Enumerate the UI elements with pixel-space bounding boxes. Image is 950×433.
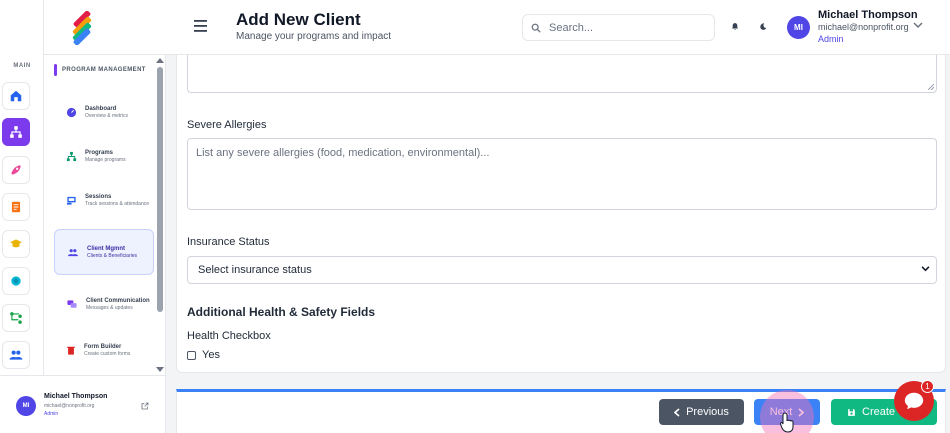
graduation-icon — [10, 239, 22, 248]
form-card: Severe Allergies Insurance Status Select… — [176, 55, 946, 373]
chevron-down-icon — [921, 266, 930, 272]
menu-icon[interactable] — [194, 20, 207, 32]
sitemap-icon — [66, 151, 77, 161]
sidebar-item-dashboard[interactable]: Dashboard Overview & metrics — [54, 89, 154, 135]
scroll-up-icon[interactable] — [156, 57, 164, 63]
document-icon — [11, 201, 21, 213]
rail-globe-button[interactable] — [2, 267, 30, 295]
rail-flow-button[interactable] — [2, 304, 30, 332]
chat-icon — [67, 299, 77, 308]
globe-icon — [11, 276, 21, 286]
sidebar-item-subtitle: Track sessions & attendance — [85, 200, 150, 207]
sidebar-item-form-builder[interactable]: Form Builder Create custom forms — [54, 327, 154, 373]
health-checkbox[interactable] — [187, 350, 196, 360]
app-logo[interactable] — [0, 0, 166, 55]
sidebar-menu: PROGRAM MANAGEMENT Dashboard Overview & m… — [44, 55, 166, 375]
users-icon — [9, 350, 23, 360]
previous-button[interactable]: Previous — [659, 399, 744, 425]
programs-icon — [10, 126, 22, 138]
sidebar-item-programs[interactable]: Programs Manage programs — [54, 133, 154, 179]
menu-title-text: PROGRAM MANAGEMENT — [62, 67, 146, 73]
avatar[interactable]: MI — [16, 396, 36, 416]
health-checkbox-row[interactable]: Yes — [187, 349, 220, 361]
allergies-label: Severe Allergies — [187, 119, 267, 131]
scroll-down-icon[interactable] — [156, 367, 164, 373]
home-icon — [10, 90, 22, 102]
sidebar-scroll-thumb[interactable] — [157, 67, 163, 312]
health-checkbox-option: Yes — [202, 349, 220, 361]
sidebar-item-subtitle: Messages & updates — [86, 304, 133, 311]
search-box[interactable] — [522, 14, 715, 41]
rail-section-label: MAIN — [13, 63, 31, 69]
rail-programs-button[interactable] — [2, 118, 30, 146]
chat-bubble-icon — [904, 392, 924, 410]
menu-section-title: PROGRAM MANAGEMENT — [54, 64, 146, 76]
sidebar-user-email: michael@nonprofit.org — [44, 403, 95, 409]
sidebar-user-name: Michael Thompson — [44, 393, 108, 400]
header-user-name: Michael Thompson — [818, 9, 918, 21]
rocket-icon — [11, 165, 21, 175]
resize-grip-icon[interactable] — [928, 84, 934, 90]
trash-icon — [67, 346, 75, 355]
page-subtitle: Manage your programs and impact — [236, 31, 392, 42]
moon-icon[interactable] — [759, 22, 767, 31]
search-icon — [531, 23, 541, 33]
sidebar-item-title: Client Communication — [86, 297, 150, 304]
sidebar-item-client-mgmnt[interactable]: Client Mgmnt Clients & Beneficiaries — [54, 229, 154, 275]
hand-cursor-icon — [780, 412, 794, 433]
sidebar-item-subtitle: Clients & Beneficiaries — [87, 252, 138, 259]
rail-document-button[interactable] — [2, 193, 30, 221]
bell-icon[interactable] — [731, 22, 739, 31]
flow-icon — [10, 312, 22, 324]
sidebar-item-title: Client Mgmnt — [87, 245, 125, 252]
rail-rocket-button[interactable] — [2, 156, 30, 184]
sidebar-item-title: Sessions — [85, 193, 112, 200]
chevron-left-icon — [674, 407, 680, 417]
icon-rail: MAIN — [0, 0, 44, 433]
page-header: Add New Client Manage your programs and … — [166, 0, 950, 55]
dashboard-icon — [66, 107, 77, 117]
avatar[interactable]: MI — [787, 16, 810, 39]
sidebar-user: MI Michael Thompson michael@nonprofit.or… — [0, 375, 166, 433]
rail-home-button[interactable] — [2, 82, 30, 110]
session-icon — [66, 196, 76, 205]
chat-notification-badge: 1 — [921, 380, 934, 393]
sidebar-item-sessions[interactable]: Sessions Track sessions & attendance — [54, 177, 154, 223]
sidebar-item-title: Form Builder — [84, 343, 122, 350]
sidebar-item-title: Programs — [85, 149, 114, 156]
sidebar-scrollbar[interactable] — [156, 55, 164, 375]
health-checkbox-label: Health Checkbox — [187, 330, 271, 342]
logo-icon — [72, 10, 92, 45]
allergies-textarea[interactable] — [187, 138, 937, 210]
section-title: Additional Health & Safety Fields — [187, 305, 376, 319]
sidebar-item-subtitle: Overview & metrics — [85, 112, 129, 119]
header-user-role: Admin — [818, 34, 844, 44]
chevron-down-icon[interactable] — [913, 22, 923, 29]
menu-title-accent — [54, 64, 57, 76]
form-footer: Previous Next Create C — [176, 389, 946, 433]
previous-textarea[interactable] — [187, 55, 937, 93]
sidebar-user-role: Admin — [44, 411, 59, 417]
insurance-label: Insurance Status — [187, 236, 270, 248]
page-title: Add New Client — [236, 10, 361, 29]
sidebar-item-client-communication[interactable]: Client Communication Messages & updates — [54, 281, 154, 327]
save-icon — [848, 408, 855, 416]
sidebar-item-subtitle: Create custom forms — [84, 350, 131, 357]
users-icon — [67, 248, 79, 256]
insurance-select-value: Select insurance status — [198, 264, 312, 276]
previous-button-label: Previous — [686, 406, 729, 418]
sidebar-item-subtitle: Manage programs — [85, 156, 126, 163]
search-input[interactable] — [549, 21, 699, 34]
header-user-email: michael@nonprofit.org — [818, 22, 909, 32]
rail-users-button[interactable] — [2, 341, 30, 369]
chevron-right-icon — [798, 407, 805, 417]
rail-graduation-button[interactable] — [2, 230, 30, 258]
external-link-icon[interactable] — [141, 402, 149, 410]
sidebar-item-title: Dashboard — [85, 105, 117, 112]
insurance-select[interactable]: Select insurance status — [187, 256, 937, 284]
